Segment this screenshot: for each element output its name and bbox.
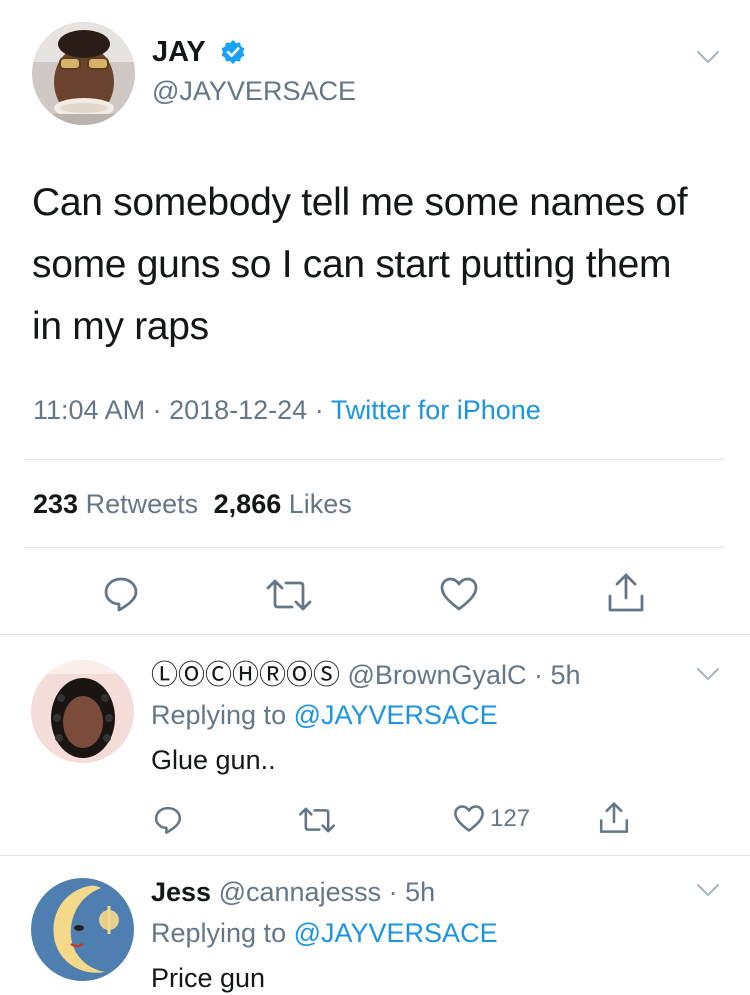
reply-icon [104, 577, 138, 612]
verified-badge-icon [220, 39, 246, 73]
divider [0, 855, 750, 856]
retweet-icon [266, 579, 312, 611]
reply-avatar[interactable] [31, 878, 134, 981]
retweet-icon [298, 807, 336, 833]
heart-icon [454, 805, 484, 832]
tweet-text-line: Can somebody tell me some names of [32, 181, 688, 224]
divider [24, 547, 724, 548]
heart-icon [440, 577, 478, 611]
meta-separator: · [145, 395, 170, 425]
reply-display-name[interactable]: Jess [151, 877, 211, 907]
author-name[interactable]: JAY [152, 36, 206, 68]
replying-to-link[interactable]: @JAYVERSACE [294, 700, 498, 730]
author-avatar[interactable] [32, 22, 135, 125]
tweet-source-link[interactable]: Twitter for iPhone [331, 395, 541, 425]
replying-to: Replying to @JAYVERSACE [151, 699, 498, 731]
replying-to-prefix: Replying to [151, 918, 287, 948]
reply-button[interactable] [102, 575, 140, 613]
share-button[interactable] [598, 801, 630, 835]
reply-header: ⓁⓄⒸⒽⓇⓄⓈ @BrownGyalC · 5h [151, 659, 581, 691]
reply-handle[interactable]: @BrownGyalC [348, 660, 527, 690]
tweet-text-line: in my raps [32, 305, 209, 348]
like-button[interactable]: 127 [453, 804, 530, 833]
replying-to-link[interactable]: @JAYVERSACE [294, 918, 498, 948]
retweets-count: 233 [33, 489, 79, 519]
meta-separator: · [307, 395, 331, 425]
reply-handle[interactable]: @cannajesss [219, 877, 382, 907]
likes-label: Likes [288, 489, 352, 519]
tweet-stats: 233 Retweets 2,866 Likes [33, 488, 352, 520]
retweets-label: Retweets [85, 489, 199, 519]
tweet-text: Can somebody tell me some names of some … [32, 172, 688, 358]
chevron-down-icon[interactable] [696, 883, 720, 897]
meta-separator: · [381, 877, 406, 907]
replying-to-prefix: Replying to [151, 700, 287, 730]
tweet-date: 2018-12-24 [169, 395, 308, 425]
like-button[interactable] [439, 576, 479, 612]
reply-text: Glue gun.. [151, 745, 276, 775]
meta-separator: · [526, 660, 551, 690]
share-icon [599, 802, 629, 833]
tweet-time: 11:04 AM [33, 395, 146, 425]
reply-button[interactable] [153, 805, 183, 835]
reply-icon [154, 806, 182, 834]
author-name-row: JAY [152, 35, 246, 73]
retweet-button[interactable] [264, 578, 314, 612]
likes-count: 2,866 [213, 489, 282, 519]
tweet-metadata: 11:04 AM · 2018-12-24 · Twitter for iPho… [33, 394, 541, 426]
reply-header: Jess @cannajesss · 5h [151, 876, 435, 908]
chevron-down-icon[interactable] [696, 667, 720, 681]
reply-time: 5h [405, 877, 436, 907]
share-button[interactable] [606, 572, 646, 614]
divider [0, 634, 750, 635]
share-icon [608, 573, 644, 612]
retweets-stat[interactable]: 233 Retweets [33, 489, 206, 519]
author-handle[interactable]: @JAYVERSACE [152, 75, 356, 107]
replying-to: Replying to @JAYVERSACE [151, 917, 498, 949]
chevron-down-icon[interactable] [696, 50, 720, 64]
reply-avatar[interactable] [31, 660, 134, 763]
retweet-button[interactable] [297, 806, 337, 834]
reply-time: 5h [550, 660, 581, 690]
reply-display-name[interactable]: ⓁⓄⒸⒽⓇⓄⓈ [151, 660, 340, 690]
divider [24, 459, 724, 460]
tweet-text-line: some guns so I can start putting them [32, 243, 672, 286]
reply-text: Price gun [151, 963, 266, 993]
like-count: 127 [490, 804, 531, 832]
likes-stat[interactable]: 2,866 Likes [214, 489, 352, 519]
